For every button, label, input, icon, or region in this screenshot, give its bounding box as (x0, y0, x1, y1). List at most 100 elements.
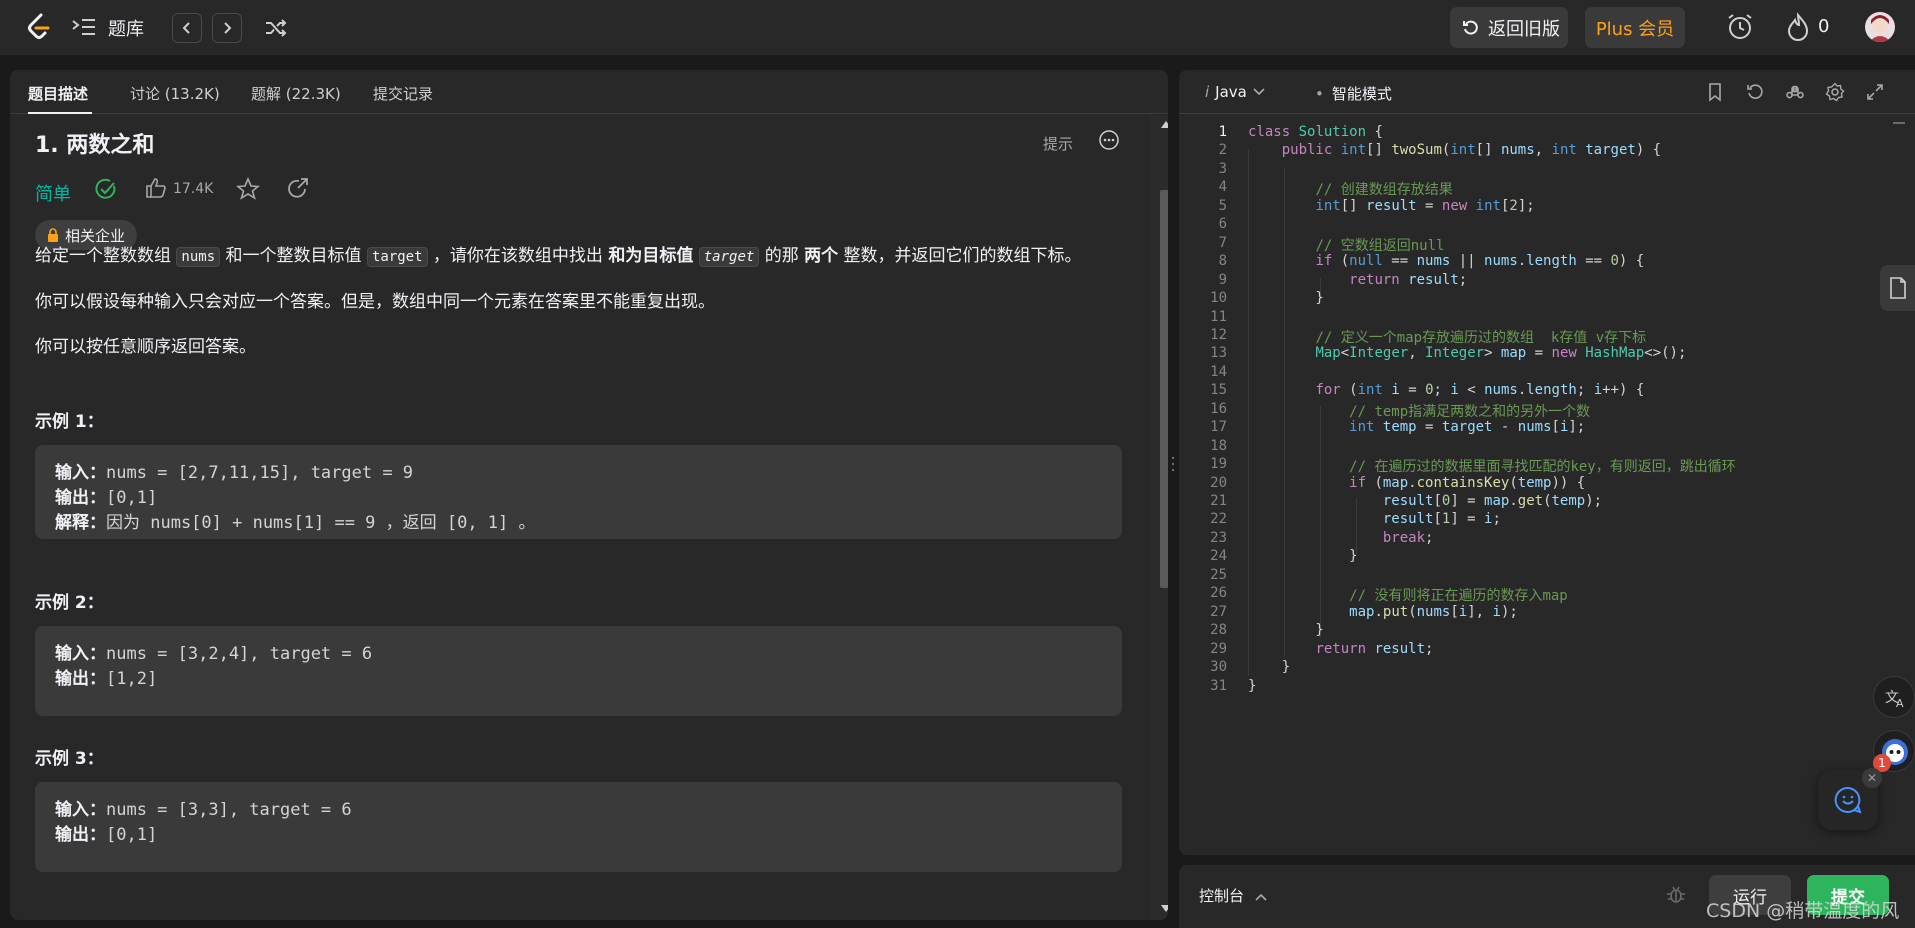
panel-resize-handle[interactable] (1170, 455, 1176, 473)
thumbs-up-icon[interactable] (145, 177, 167, 199)
code-line[interactable]: } (1248, 548, 1357, 564)
inline-code-nums: nums (176, 247, 221, 267)
tab-submissions[interactable]: 提交记录 (373, 83, 433, 104)
code-line[interactable]: return result; (1248, 641, 1433, 657)
code-line[interactable]: int[] result = new int[2]; (1248, 198, 1534, 214)
code-line[interactable]: break; (1248, 530, 1434, 546)
hint-button[interactable]: 提示 (1043, 133, 1073, 154)
code-line[interactable]: result[0] = map.get(temp); (1248, 493, 1602, 509)
alarm-clock-icon[interactable] (1725, 12, 1755, 42)
example-1-title: 示例 1： (35, 412, 104, 432)
refresh-icon (1463, 20, 1478, 35)
code-line[interactable]: } (1248, 678, 1256, 694)
code-line[interactable]: result[1] = i; (1248, 511, 1501, 527)
code-line[interactable]: } (1248, 659, 1290, 675)
console-toggle[interactable]: 控制台 (1199, 885, 1267, 906)
line-number: 4 (1218, 179, 1227, 196)
output-label: 输出： (55, 488, 106, 508)
close-icon[interactable]: ✕ (1862, 768, 1882, 788)
line-number: 31 (1210, 677, 1227, 694)
reset-code-icon[interactable] (1745, 82, 1765, 102)
desc-text: ，请你在该数组中找出 (432, 246, 603, 266)
output-value: [1,2] (106, 669, 158, 689)
bookmark-icon[interactable] (1705, 82, 1725, 102)
fullscreen-expand-icon[interactable] (1865, 82, 1885, 102)
example-line: 输入：nums = [3,3], target = 6 (55, 798, 1102, 823)
plus-member-button[interactable]: Plus 会员 (1585, 7, 1685, 48)
line-number: 30 (1210, 659, 1227, 676)
code-line[interactable]: for (int i = 0; i < nums.length; i++) { (1248, 382, 1644, 398)
inline-code-target: target (366, 247, 428, 267)
star-icon[interactable] (236, 177, 260, 201)
output-label: 输出： (55, 825, 106, 845)
debug-bug-icon[interactable] (1665, 883, 1687, 905)
code-line[interactable]: } (1248, 622, 1323, 638)
line-number: 13 (1210, 345, 1227, 362)
fire-streak-icon[interactable] (1785, 12, 1811, 42)
line-number: 3 (1218, 160, 1227, 177)
return-old-version-button[interactable]: 返回旧版 (1450, 7, 1568, 48)
code-line[interactable]: // 没有则将正在遍历的数存入map (1248, 585, 1568, 605)
example-line: 输入：nums = [3,2,4], target = 6 (55, 642, 1102, 667)
translate-button[interactable]: 文A (1873, 676, 1915, 718)
top-navbar: 题库 返回旧版 Plus 会员 0 (0, 0, 1915, 55)
example-3-box: 输入：nums = [3,3], target = 6 输出：[0,1] (35, 782, 1122, 872)
code-line[interactable]: public int[] twoSum(int[] nums, int targ… (1248, 142, 1661, 158)
scroll-down-arrow-icon[interactable] (1161, 905, 1168, 912)
note-side-tab[interactable] (1880, 265, 1915, 311)
explain-value: 因为 nums[0] + nums[1] == 9 ，返回 [0, 1] 。 (106, 513, 536, 533)
line-number: 6 (1218, 216, 1227, 233)
watermark-text: CSDN @稍带温度的风 (1706, 900, 1900, 922)
editor-toolbar: i Java • 智能模式 (1179, 70, 1915, 114)
code-line[interactable]: // 空数组返回null (1248, 235, 1444, 255)
settings-gear-icon[interactable] (1825, 82, 1845, 102)
example-line: 输出：[0,1] (55, 823, 1102, 848)
chevron-left-icon (182, 22, 190, 34)
code-line[interactable]: class Solution { (1248, 124, 1383, 140)
code-area[interactable]: 1 class Solution {2 public int[] twoSum(i… (1179, 122, 1915, 842)
next-problem-button[interactable] (212, 13, 242, 43)
code-line[interactable]: // 创建数组存放结果 (1248, 179, 1452, 199)
difficulty-badge: 简单 (35, 184, 71, 205)
code-line[interactable]: if (null == nums || nums.length == 0) { (1248, 253, 1644, 269)
problem-list-icon[interactable] (70, 14, 98, 40)
smart-mode-label: 智能模式 (1331, 85, 1392, 103)
prev-problem-button[interactable] (172, 13, 202, 43)
code-line[interactable]: map.put(nums[i], i); (1248, 604, 1518, 620)
code-line[interactable]: return result; (1248, 272, 1467, 288)
share-icon[interactable] (286, 177, 310, 201)
code-line[interactable]: int temp = target - nums[i]; (1248, 419, 1585, 435)
smart-mode-toggle[interactable]: • 智能模式 (1315, 83, 1392, 104)
tab-discussion[interactable]: 讨论 (13.2K) (130, 83, 220, 104)
output-value: [0,1] (106, 488, 158, 508)
tab-description[interactable]: 题目描述 (28, 83, 88, 104)
code-line[interactable]: // 在遍历过的数据里面寻找匹配的key，有则返回，跳出循环 (1248, 456, 1736, 476)
input-value: nums = [2,7,11,15], target = 9 (106, 463, 414, 483)
code-line[interactable]: // 定义一个map存放遍历过的数组 k存值 v存下标 (1248, 327, 1646, 347)
line-number: 21 (1210, 493, 1227, 509)
code-line[interactable]: if (map.containsKey(temp)) { (1248, 475, 1585, 491)
language-selector[interactable]: i Java (1205, 83, 1265, 101)
code-line[interactable]: Map<Integer, Integer> map = new HashMap<… (1248, 345, 1686, 361)
tab-solutions[interactable]: 题解 (22.3K) (251, 83, 341, 104)
dot-icon: • (1315, 84, 1324, 103)
chevron-up-icon (1255, 893, 1267, 901)
user-avatar[interactable] (1865, 12, 1895, 42)
inline-code-text: target (703, 249, 755, 265)
problem-bank-title[interactable]: 题库 (108, 15, 144, 41)
line-number: 12 (1210, 326, 1227, 343)
line-number: 9 (1218, 271, 1227, 288)
description-scrollbar-thumb[interactable] (1160, 190, 1168, 588)
code-line[interactable]: // temp指满足两数之和的另外一个数 (1248, 401, 1590, 421)
document-icon (1889, 277, 1906, 299)
shuffle-icon[interactable] (263, 15, 289, 41)
avatar-image (1869, 15, 1891, 42)
leetcode-logo-icon[interactable] (24, 12, 52, 42)
scroll-up-arrow-icon[interactable] (1161, 121, 1168, 128)
shortcut-command-icon[interactable] (1785, 82, 1805, 102)
more-options-icon[interactable] (1098, 129, 1120, 151)
line-number: 15 (1210, 382, 1227, 399)
line-number: 24 (1210, 548, 1227, 565)
chevron-right-icon (224, 22, 232, 34)
code-line[interactable]: } (1248, 290, 1323, 306)
